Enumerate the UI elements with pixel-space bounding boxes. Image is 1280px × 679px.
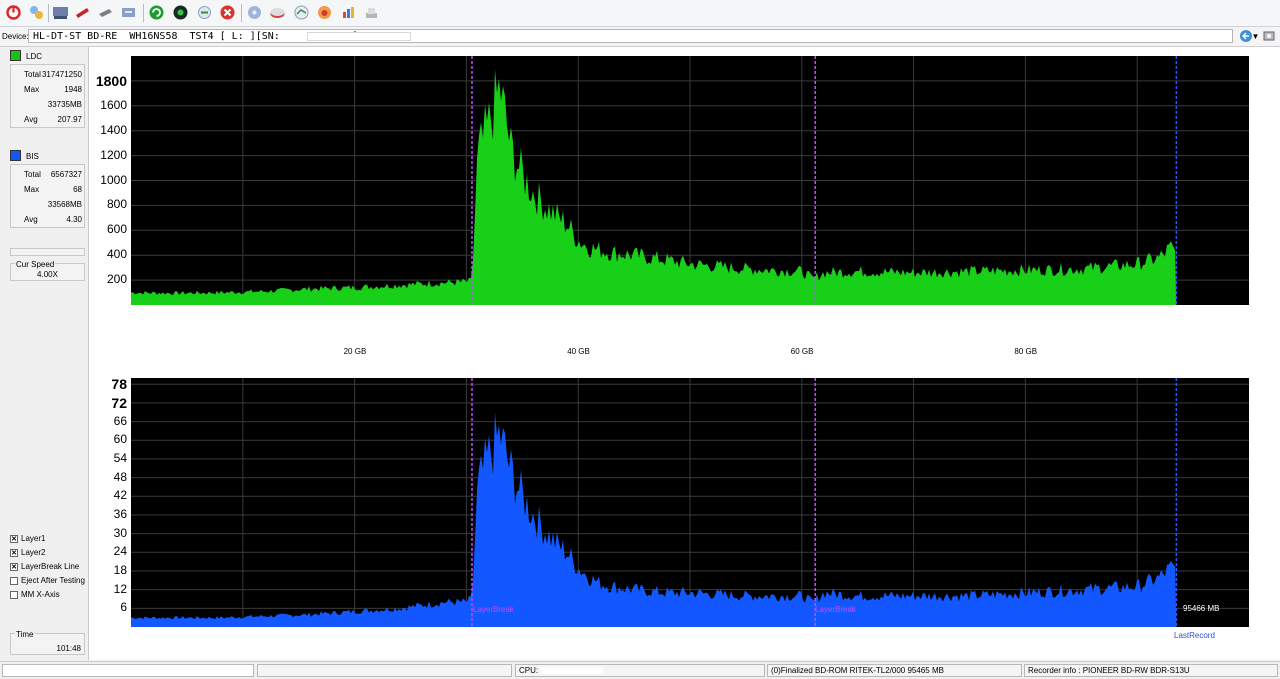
y-tick-label: 78 xyxy=(111,376,127,393)
ldc-legend-label: LDC xyxy=(26,52,43,61)
bis-maxpos-row: 33568MB xyxy=(47,200,82,209)
blank-icon[interactable] xyxy=(246,4,263,21)
bis-legend-swatch xyxy=(10,150,21,161)
status-blank xyxy=(257,664,512,677)
drive-icon[interactable] xyxy=(52,4,69,21)
left-panel: LDC Total 317471250 Max 1948 33735MB Avg 20… xyxy=(0,47,89,660)
toolbar xyxy=(0,0,1280,27)
y-tick-label: 36 xyxy=(113,506,127,521)
y-tick-label: 54 xyxy=(113,450,127,465)
y-tick-label: 1400 xyxy=(100,122,127,137)
power-icon[interactable] xyxy=(5,4,22,21)
bis-plot xyxy=(131,378,1249,627)
screenshot-icon[interactable] xyxy=(1262,29,1276,43)
y-tick-label: 600 xyxy=(106,222,127,237)
bis-chart xyxy=(131,378,1249,627)
ldc-legend-swatch xyxy=(10,50,21,61)
serial-number-mask xyxy=(307,32,411,41)
ldc-plot xyxy=(131,56,1249,305)
checkbox-box[interactable] xyxy=(10,577,18,585)
device-icon[interactable] xyxy=(28,4,45,21)
bis-avg-row: Avg 4.30 xyxy=(24,215,82,224)
y-tick-label: 60 xyxy=(113,432,127,447)
y-tick-label: 24 xyxy=(113,544,127,559)
ldc-avg-row: Avg 207.97 xyxy=(24,115,82,124)
y-tick-label: 66 xyxy=(113,413,127,428)
y-tick-label: 30 xyxy=(113,525,127,540)
speed-title: Cur Speed xyxy=(15,260,56,269)
stop-icon[interactable] xyxy=(219,4,236,21)
status-message xyxy=(2,664,254,677)
recorder-info: Recorder info : PIONEER BD-RW BDR-S13U xyxy=(1024,664,1278,677)
layerbreak-label-2: LayerBreak xyxy=(815,605,856,614)
start-icon[interactable] xyxy=(148,4,165,21)
layerbreak-label-1: LayerBreak xyxy=(473,605,514,614)
time-value: 101:48 xyxy=(56,644,81,653)
chart-area: 1800 1600 1400 1200 1000 800 600 400 200 20 GB 40… xyxy=(89,47,1280,678)
bis-max-row: Max 68 xyxy=(24,185,82,194)
x-tick-label: 40 GB xyxy=(567,347,590,356)
y-tick-label: 18 xyxy=(113,562,127,577)
erase-icon[interactable] xyxy=(269,4,286,21)
last-record-label: LastRecord xyxy=(1174,631,1215,640)
ldc-maxpos-row: 33735MB xyxy=(47,100,82,109)
device-label: Device: xyxy=(2,32,29,41)
x-tick-label: 20 GB xyxy=(343,347,367,356)
y-tick-label: 72 xyxy=(111,394,127,411)
time-frame: Time 101:48 xyxy=(10,630,85,655)
progress-bar xyxy=(10,248,85,256)
x-tick-label: 60 GB xyxy=(790,347,814,356)
device-select[interactable]: HL-DT-ST BD-RE WH16NS58 TST4 [ L: ][SN: … xyxy=(28,29,1259,43)
save-icon[interactable] xyxy=(120,4,137,21)
ldc-chart xyxy=(131,56,1249,305)
time-title: Time xyxy=(15,630,35,639)
ldc-max-row: Max 1948 xyxy=(24,85,82,94)
y-tick-label: 1000 xyxy=(100,172,127,187)
checkbox-box[interactable]: ✕ xyxy=(10,549,18,557)
compare-icon[interactable] xyxy=(293,4,310,21)
ldc-total-row: Total 317471250 xyxy=(24,70,82,79)
refresh-icon[interactable] xyxy=(196,4,213,21)
status-bar: CPU: (0)Finalized BD-ROM RITEK-TL2/000 9… xyxy=(0,661,1280,679)
bis-legend-label: BIS xyxy=(26,152,39,161)
globe-icon[interactable] xyxy=(172,4,189,21)
x-tick-label: 80 GB xyxy=(1014,347,1038,356)
checkbox-box[interactable]: ✕ xyxy=(10,535,18,543)
speed-frame: Cur Speed 4.00X xyxy=(10,260,85,281)
bis-stats: Total 6567327 Max 68 33568MB Avg 4.30 xyxy=(10,164,85,228)
cpu-meter xyxy=(541,667,603,674)
bis-series-area xyxy=(131,412,1177,627)
settings-icon[interactable] xyxy=(363,4,380,21)
y-tick-label: 12 xyxy=(113,581,127,596)
ldc-series-area xyxy=(131,69,1177,305)
ldc-stats: Total 317471250 Max 1948 33735MB Avg 207.97 xyxy=(10,64,85,128)
y-tick-label: 6 xyxy=(120,600,127,615)
y-tick-label: 48 xyxy=(113,469,127,484)
refresh-device-icon[interactable] xyxy=(1239,29,1253,43)
disc-icon[interactable] xyxy=(74,4,91,21)
y-tick-label: 42 xyxy=(113,488,127,503)
y-tick-label: 1800 xyxy=(95,72,127,89)
device-bar: Device: HL-DT-ST BD-RE WH16NS58 TST4 [ L… xyxy=(0,27,1280,47)
speed-value: 4.00X xyxy=(37,270,58,279)
eject-icon[interactable] xyxy=(97,4,114,21)
y-tick-label: 1200 xyxy=(100,147,127,162)
checkbox-box[interactable]: ✕ xyxy=(10,563,18,571)
checkbox-box[interactable] xyxy=(10,591,18,599)
chart-icon[interactable] xyxy=(340,4,357,21)
disc-info: (0)Finalized BD-ROM RITEK-TL2/000 95465 … xyxy=(767,664,1022,677)
bis-total-row: Total 6567327 xyxy=(24,170,82,179)
y-tick-label: 800 xyxy=(106,197,127,212)
cpu-status: CPU: xyxy=(515,664,765,677)
end-size-label: 95466 MB xyxy=(1183,604,1220,613)
y-tick-label: 400 xyxy=(106,247,127,262)
flame-icon[interactable] xyxy=(316,4,333,21)
y-tick-label: 1600 xyxy=(100,97,127,112)
y-tick-label: 200 xyxy=(106,272,127,287)
